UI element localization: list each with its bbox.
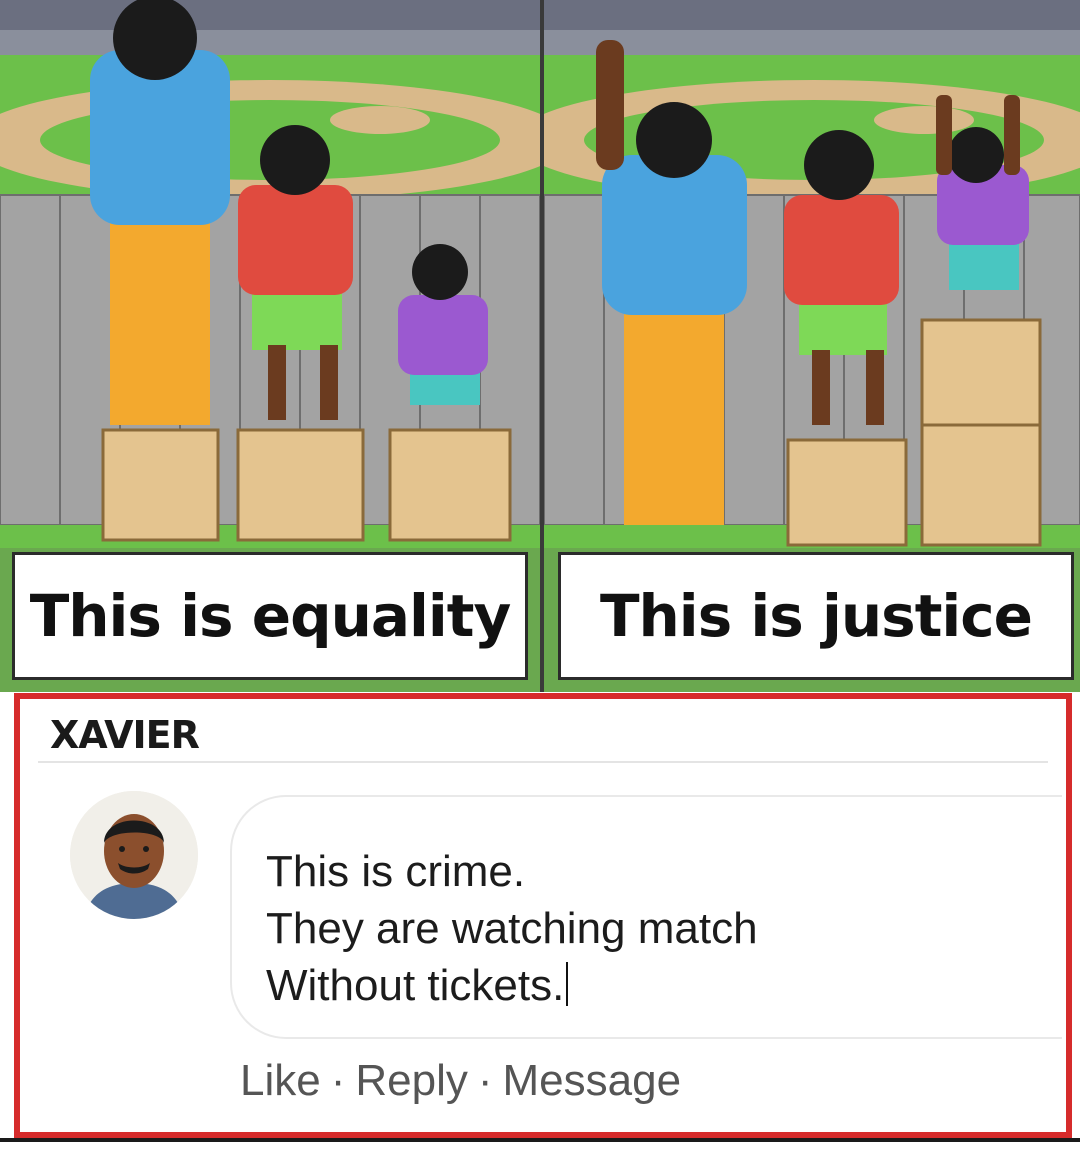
comment-actions: Like · Reply · Message bbox=[240, 1056, 681, 1106]
bottom-bar bbox=[0, 1138, 1080, 1142]
comment-card: XAVIER This is crime. They are watching … bbox=[14, 693, 1072, 1138]
action-separator: · bbox=[477, 1056, 493, 1105]
action-separator: · bbox=[330, 1056, 346, 1105]
justice-panel bbox=[544, 0, 1080, 548]
equality-panel bbox=[0, 0, 540, 548]
like-link[interactable]: Like bbox=[240, 1056, 321, 1105]
reply-link[interactable]: Reply bbox=[355, 1056, 468, 1105]
equality-caption: This is equality bbox=[12, 552, 528, 680]
comment-line: Without tickets. bbox=[266, 961, 565, 1010]
comment-author[interactable]: XAVIER bbox=[50, 713, 200, 757]
illustration: This is equality This is justice bbox=[0, 0, 1080, 692]
crate bbox=[101, 428, 512, 542]
user-photo-icon bbox=[70, 791, 198, 919]
comment-line: This is crime. bbox=[266, 847, 526, 896]
message-link[interactable]: Message bbox=[503, 1056, 682, 1105]
comment-text[interactable]: This is crime. They are watching match W… bbox=[266, 843, 758, 1014]
text-cursor bbox=[566, 962, 569, 1006]
comment-bubble: This is crime. They are watching match W… bbox=[230, 795, 1062, 1039]
avatar[interactable] bbox=[70, 791, 198, 919]
divider bbox=[38, 761, 1048, 763]
justice-caption: This is justice bbox=[558, 552, 1074, 680]
comment-line: They are watching match bbox=[266, 904, 758, 953]
comment-line-last: Without tickets. bbox=[266, 957, 758, 1014]
